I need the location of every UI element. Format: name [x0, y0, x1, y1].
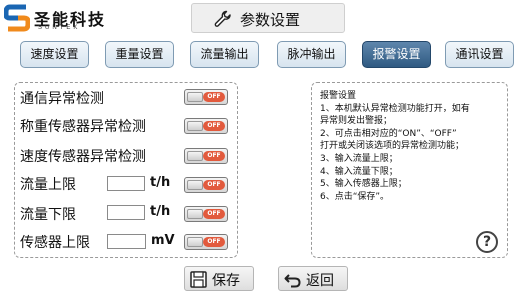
save-icon: [190, 271, 207, 288]
flow-upper-label: 流量上限: [20, 177, 76, 193]
help-line: 异常则发出警报；: [320, 116, 393, 127]
page-title-bar: 参数设置: [191, 3, 345, 33]
weight-sensor-detect-toggle[interactable]: OFF: [184, 118, 228, 134]
flow-upper-toggle[interactable]: OFF: [184, 177, 228, 193]
toggle-knob: [187, 180, 203, 190]
tab-weight-settings[interactable]: 重量设置: [105, 41, 174, 68]
toggle-knob: [187, 237, 203, 247]
flow-lower-unit: t/h: [150, 204, 171, 219]
brand-subtitle: SUNTEK: [38, 25, 81, 31]
flow-upper-unit: t/h: [150, 175, 171, 190]
page-title: 参数设置: [240, 11, 301, 29]
sensor-upper-label: 传感器上限: [20, 235, 90, 251]
tab-comm-settings[interactable]: 通讯设置: [445, 41, 514, 68]
help-line: 2、可点击相对应的“ON”、“OFF”: [320, 128, 457, 139]
comm-detect-toggle[interactable]: OFF: [184, 89, 228, 105]
flow-upper-input[interactable]: [107, 176, 145, 191]
weight-sensor-detect-label: 称重传感器异常检测: [20, 119, 146, 135]
brand-logo: 圣能科技 SUNTEK: [4, 4, 134, 34]
tab-speed-settings[interactable]: 速度设置: [20, 41, 89, 68]
return-icon: [284, 274, 301, 288]
comm-detect-label: 通信异常检测: [20, 91, 104, 107]
toggle-state: OFF: [203, 92, 225, 102]
help-line: 打开或关闭该选项的异常检测功能；: [320, 141, 465, 152]
toggle-state: OFF: [203, 121, 225, 131]
help-line: 4、输入流量下限；: [320, 166, 398, 177]
save-label: 保存: [212, 273, 240, 289]
tab-flow-output[interactable]: 流量输出: [190, 41, 259, 68]
sensor-upper-input[interactable]: [107, 234, 146, 249]
toggle-knob: [187, 92, 203, 102]
tab-pulse-output[interactable]: 脉冲输出: [277, 41, 346, 68]
help-line: 3、输入流量上限；: [320, 153, 398, 164]
toggle-state: OFF: [203, 237, 225, 247]
help-line: 5、输入传感器上限；: [320, 179, 407, 190]
sensor-upper-unit: mV: [151, 233, 175, 248]
toggle-state: OFF: [203, 180, 225, 190]
wrench-icon: [214, 10, 231, 27]
toggle-knob: [187, 151, 203, 161]
speed-sensor-detect-toggle[interactable]: OFF: [184, 148, 228, 164]
help-line: 报警设置: [320, 91, 357, 101]
tab-alarm-settings[interactable]: 报警设置: [362, 41, 431, 68]
sensor-upper-toggle[interactable]: OFF: [184, 234, 228, 250]
toggle-state: OFF: [203, 209, 225, 219]
s-logo-icon: [4, 4, 30, 32]
help-text: 报警设置 1、本机默认异常检测功能打开，如有 异常则发出警报； 2、可点击相对应…: [320, 90, 510, 203]
speed-sensor-detect-label: 速度传感器异常检测: [20, 149, 146, 165]
save-button[interactable]: 保存: [184, 266, 254, 291]
help-line: 6、点击“保存”。: [320, 191, 390, 202]
toggle-state: OFF: [203, 151, 225, 161]
back-label: 返回: [306, 273, 334, 289]
help-line: 1、本机默认异常检测功能打开，如有: [320, 103, 470, 114]
flow-lower-toggle[interactable]: OFF: [184, 206, 228, 222]
flow-lower-label: 流量下限: [20, 207, 76, 223]
back-button[interactable]: 返回: [278, 266, 348, 291]
flow-lower-input[interactable]: [107, 205, 145, 220]
help-button[interactable]: ?: [476, 231, 498, 253]
toggle-knob: [187, 209, 203, 219]
toggle-knob: [187, 121, 203, 131]
